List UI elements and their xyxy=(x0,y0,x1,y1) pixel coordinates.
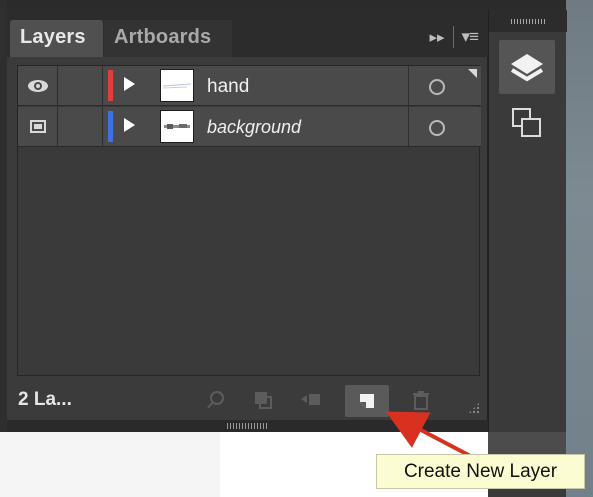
illustrator-screenshot: Layers Artboards ▸▸ ▾≡ hand background 2… xyxy=(0,0,593,497)
tooltip: Create New Layer xyxy=(376,454,585,489)
annotation-arrow xyxy=(385,411,479,462)
